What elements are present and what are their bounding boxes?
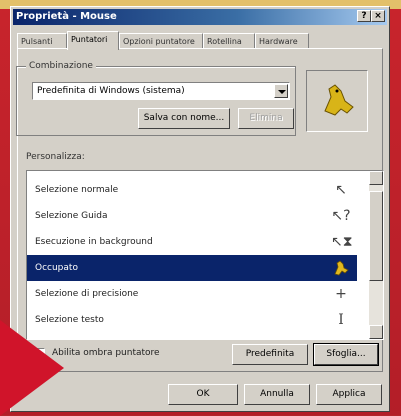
scroll-down-button[interactable] bbox=[369, 325, 383, 339]
help-button[interactable]: ? bbox=[357, 10, 371, 22]
list-item[interactable]: Selezione di precisione + bbox=[27, 281, 357, 307]
customize-label: Personalizza: bbox=[26, 152, 85, 162]
working-pointer-icon: ↖⧗ bbox=[331, 234, 353, 250]
browse-button[interactable]: Sfoglia... bbox=[313, 343, 379, 366]
list-item[interactable]: Selezione Guida ↖? bbox=[27, 203, 357, 229]
help-pointer-icon: ↖? bbox=[331, 208, 351, 224]
text-cursor-icon: I bbox=[338, 312, 344, 328]
tab-opzioni-puntatore[interactable]: Opzioni puntatore bbox=[119, 33, 203, 49]
scheme-legend: Combinazione bbox=[26, 61, 96, 71]
delete-button[interactable]: Elimina bbox=[238, 108, 294, 129]
window-title: Proprietà - Mouse bbox=[16, 11, 117, 22]
tab-rotellina[interactable]: Rotellina bbox=[203, 33, 255, 49]
list-scrollbar[interactable] bbox=[369, 171, 383, 339]
default-button[interactable]: Predefinita bbox=[232, 344, 308, 365]
scroll-thumb[interactable] bbox=[369, 191, 383, 281]
save-as-button[interactable]: Salva con nome... bbox=[138, 108, 230, 129]
list-item[interactable]: Esecuzione in background ↖⧗ bbox=[27, 229, 357, 255]
list-item[interactable]: Selezione testo I bbox=[27, 307, 357, 333]
list-item-selected[interactable]: Occupato bbox=[27, 255, 357, 281]
tab-hardware[interactable]: Hardware bbox=[255, 33, 309, 49]
tab-puntatori[interactable]: Puntatori bbox=[67, 31, 119, 50]
list-item[interactable]: Selezione normale ↖ bbox=[27, 177, 357, 203]
chevron-down-icon[interactable] bbox=[274, 84, 288, 98]
crosshair-icon: + bbox=[335, 286, 347, 302]
close-button[interactable]: × bbox=[371, 10, 385, 22]
title-bar: Proprietà - Mouse bbox=[13, 9, 387, 25]
cursor-preview bbox=[306, 70, 368, 132]
arrow-pointer-icon: ↖ bbox=[335, 182, 347, 198]
shadow-checkbox-label: Abilita ombra puntatore bbox=[52, 348, 160, 358]
busy-dog-icon bbox=[331, 258, 351, 276]
scheme-value: Predefinita di Windows (sistema) bbox=[37, 86, 185, 96]
apply-button[interactable]: Applica bbox=[316, 384, 382, 405]
scheme-select[interactable]: Predefinita di Windows (sistema) bbox=[32, 82, 290, 100]
ok-button[interactable]: OK bbox=[168, 384, 238, 405]
red-pointer-arrow bbox=[0, 320, 64, 416]
scroll-up-button[interactable] bbox=[369, 171, 383, 185]
cursor-list[interactable]: Selezione normale ↖ Selezione Guida ↖? E… bbox=[26, 170, 384, 340]
cancel-button[interactable]: Annulla bbox=[244, 384, 310, 405]
dog-cursor-icon bbox=[324, 84, 354, 116]
tab-pulsanti[interactable]: Pulsanti bbox=[17, 33, 67, 49]
